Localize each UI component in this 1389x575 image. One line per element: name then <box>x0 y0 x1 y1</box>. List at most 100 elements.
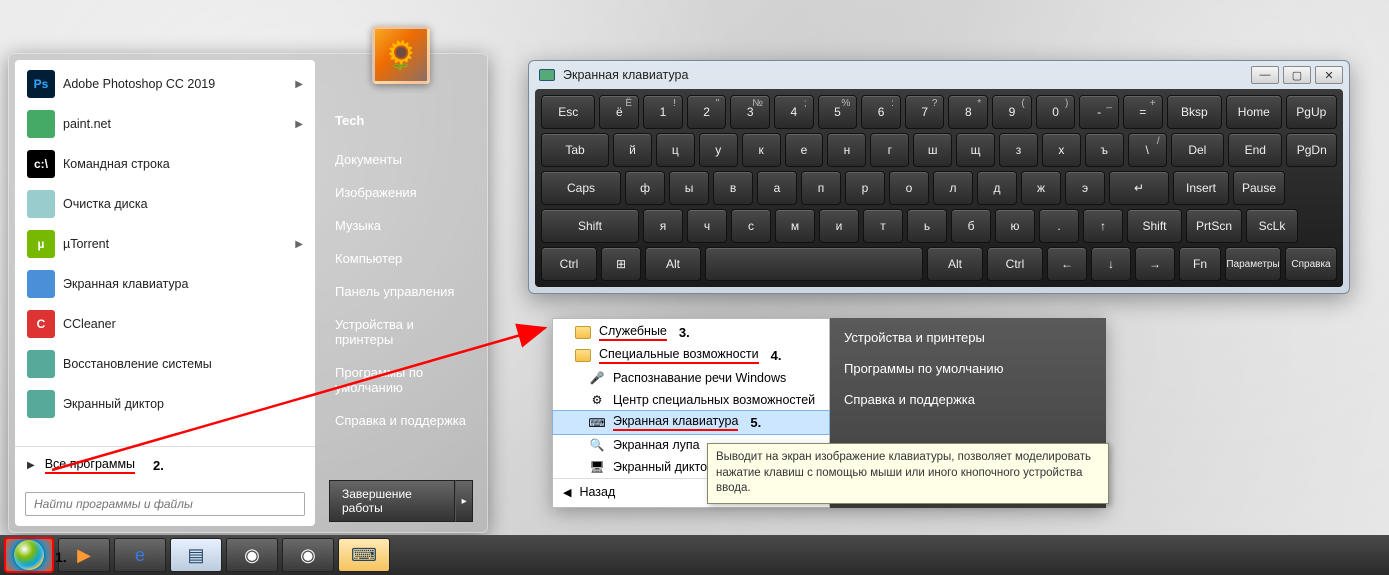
key[interactable]: у <box>699 133 738 167</box>
key[interactable]: (9 <box>992 95 1032 129</box>
shutdown-options-button[interactable]: ▸ <box>455 480 473 522</box>
key[interactable]: №3 <box>730 95 770 129</box>
minimize-button[interactable]: — <box>1251 66 1279 84</box>
key[interactable]: Tab <box>541 133 609 167</box>
start-right-link[interactable]: Изображения <box>329 176 473 209</box>
key[interactable]: о <box>889 171 929 205</box>
key[interactable]: !1 <box>643 95 683 129</box>
key[interactable]: "2 <box>687 95 727 129</box>
key[interactable]: с <box>731 209 771 243</box>
taskbar-chrome1[interactable]: ◉ <box>226 538 278 572</box>
key[interactable]: /\ <box>1128 133 1167 167</box>
all-programs[interactable]: ▶ Все программы 2. <box>15 446 315 484</box>
key[interactable]: ж <box>1021 171 1061 205</box>
start-right-link[interactable]: Компьютер <box>329 242 473 275</box>
key[interactable]: → <box>1135 247 1175 281</box>
key[interactable]: PrtScn <box>1186 209 1242 243</box>
key[interactable]: ъ <box>1085 133 1124 167</box>
key[interactable]: р <box>845 171 885 205</box>
osk-titlebar[interactable]: Экранная клавиатура — ▢ ✕ <box>529 61 1349 89</box>
key[interactable]: э <box>1065 171 1105 205</box>
key[interactable]: к <box>742 133 781 167</box>
key[interactable]: . <box>1039 209 1079 243</box>
folder-item[interactable]: Специальные возможности4. <box>553 344 829 367</box>
key[interactable]: Ctrl <box>987 247 1043 281</box>
key[interactable]: :6 <box>861 95 901 129</box>
key[interactable]: д <box>977 171 1017 205</box>
key[interactable]: ф <box>625 171 665 205</box>
key[interactable]: ь <box>907 209 947 243</box>
key[interactable]: _- <box>1079 95 1119 129</box>
taskbar-ie[interactable]: e <box>114 538 166 572</box>
maximize-button[interactable]: ▢ <box>1283 66 1311 84</box>
app-item[interactable]: µ µTorrent ▶ <box>19 224 311 264</box>
key[interactable]: Caps <box>541 171 621 205</box>
program-item[interactable]: ⚙Центр специальных возможностей <box>553 389 829 411</box>
key[interactable]: т <box>863 209 903 243</box>
start-right-link[interactable]: Панель управления <box>329 275 473 308</box>
app-item[interactable]: Экранный диктор <box>19 384 311 424</box>
key[interactable]: ш <box>913 133 952 167</box>
key[interactable]: Esc <box>541 95 595 129</box>
user-avatar[interactable]: 🌻 <box>372 26 430 84</box>
key[interactable] <box>705 247 923 281</box>
folder-item[interactable]: Служебные3. <box>553 321 829 344</box>
key[interactable]: л <box>933 171 973 205</box>
taskbar-libre[interactable]: ▤ <box>170 538 222 572</box>
program-item[interactable]: ⌨Экранная клавиатура5. <box>553 411 829 434</box>
app-item[interactable]: C CCleaner <box>19 304 311 344</box>
key[interactable]: й <box>613 133 652 167</box>
start-right-link[interactable]: Справка и поддержка <box>329 404 473 437</box>
app-item[interactable]: Экранная клавиатура <box>19 264 311 304</box>
key[interactable]: += <box>1123 95 1163 129</box>
submenu-right-link[interactable]: Устройства и принтеры <box>844 330 1092 345</box>
key[interactable]: я <box>643 209 683 243</box>
key[interactable]: Alt <box>645 247 701 281</box>
key[interactable]: м <box>775 209 815 243</box>
key[interactable]: Ctrl <box>541 247 597 281</box>
key[interactable]: б <box>951 209 991 243</box>
key[interactable]: ↵ <box>1109 171 1169 205</box>
key[interactable]: е <box>785 133 824 167</box>
start-right-link[interactable]: Музыка <box>329 209 473 242</box>
start-button[interactable] <box>4 537 54 573</box>
app-item[interactable]: c:\ Командная строка <box>19 144 311 184</box>
key[interactable]: и <box>819 209 859 243</box>
key[interactable]: PgDn <box>1286 133 1337 167</box>
key[interactable]: ?7 <box>905 95 945 129</box>
key[interactable]: End <box>1228 133 1282 167</box>
app-item[interactable]: Восстановление системы <box>19 344 311 384</box>
search-input[interactable] <box>25 492 305 516</box>
key[interactable]: н <box>827 133 866 167</box>
app-item[interactable]: Очистка диска <box>19 184 311 224</box>
key[interactable]: з <box>999 133 1038 167</box>
key[interactable]: ScLk <box>1246 209 1298 243</box>
key[interactable]: Bksp <box>1167 95 1222 129</box>
key[interactable]: )0 <box>1036 95 1076 129</box>
key[interactable]: PgUp <box>1286 95 1338 129</box>
key[interactable]: ;4 <box>774 95 814 129</box>
key[interactable]: ы <box>669 171 709 205</box>
key[interactable]: ↑ <box>1083 209 1123 243</box>
app-item[interactable]: paint.net ▶ <box>19 104 311 144</box>
key[interactable]: Home <box>1226 95 1281 129</box>
key[interactable]: Insert <box>1173 171 1229 205</box>
app-item[interactable]: Ps Adobe Photoshop CC 2019 ▶ <box>19 64 311 104</box>
key[interactable]: Параметры <box>1225 247 1281 281</box>
key[interactable]: Справка <box>1285 247 1337 281</box>
program-item[interactable]: 🎤Распознавание речи Windows <box>553 367 829 389</box>
shutdown-button[interactable]: Завершение работы <box>329 480 455 522</box>
key[interactable]: ч <box>687 209 727 243</box>
key[interactable]: г <box>870 133 909 167</box>
taskbar-osk[interactable]: ⌨ <box>338 538 390 572</box>
key[interactable]: Ёё <box>599 95 639 129</box>
taskbar-chrome2[interactable]: ◉ <box>282 538 334 572</box>
close-button[interactable]: ✕ <box>1315 66 1343 84</box>
key[interactable]: в <box>713 171 753 205</box>
submenu-right-link[interactable]: Программы по умолчанию <box>844 361 1092 376</box>
user-name[interactable]: Tech <box>329 104 473 137</box>
key[interactable]: ц <box>656 133 695 167</box>
key[interactable]: х <box>1042 133 1081 167</box>
start-right-link[interactable]: Программы по умолчанию <box>329 356 473 404</box>
key[interactable]: ю <box>995 209 1035 243</box>
